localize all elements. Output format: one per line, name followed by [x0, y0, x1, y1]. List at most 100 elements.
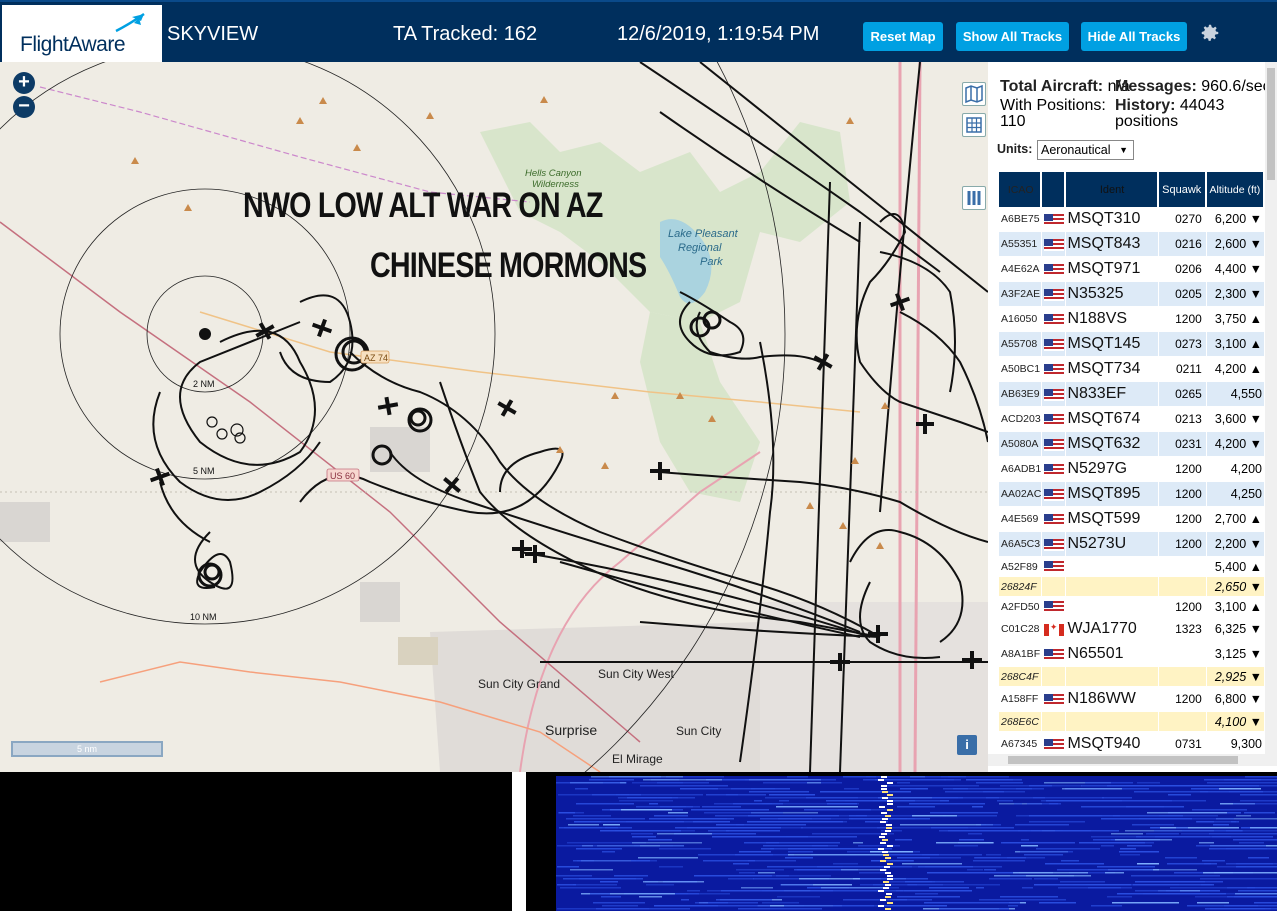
- table-row[interactable]: 268E6C 4,100 ▼: [999, 712, 1265, 732]
- cell-altitude: 3,750 ▲: [1206, 307, 1265, 332]
- cell-icao: AB63E9: [999, 382, 1043, 407]
- cell-altitude: 3,100 ▲: [1206, 332, 1265, 357]
- cell-ident: [1066, 712, 1159, 732]
- aircraft-table-container[interactable]: ICAO Ident Squawk Altitude (ft) A6BE75 MS…: [999, 172, 1265, 754]
- info-button[interactable]: i: [957, 735, 977, 755]
- units-select[interactable]: Aeronautical ▼: [1037, 140, 1134, 160]
- cell-squawk: 0265: [1158, 382, 1207, 407]
- us-flag-icon: [1043, 561, 1064, 574]
- svg-text:10 NM: 10 NM: [190, 612, 217, 622]
- cell-squawk: 1200: [1158, 507, 1207, 532]
- flightaware-logo[interactable]: FlightAware: [2, 5, 162, 63]
- panel-horizontal-scrollbar[interactable]: [988, 754, 1277, 766]
- show-all-tracks-button[interactable]: Show All Tracks: [956, 22, 1069, 51]
- gear-icon[interactable]: [1199, 22, 1221, 44]
- col-header-altitude[interactable]: Altitude (ft): [1206, 172, 1265, 207]
- table-row[interactable]: A67345 MSQT940 0731 9,300: [999, 732, 1265, 754]
- panel-vertical-scrollbar[interactable]: [1265, 62, 1277, 754]
- map-layers-button[interactable]: [962, 82, 986, 106]
- map-label-regional: Regional: [678, 242, 722, 254]
- units-select-value: Aeronautical: [1041, 143, 1111, 157]
- us-flag-icon: [1043, 438, 1064, 451]
- table-row[interactable]: A4E569 MSQT599 1200 2,700 ▲: [999, 507, 1265, 532]
- cell-flag: [1042, 667, 1067, 687]
- table-row[interactable]: 268C4F 2,925 ▼: [999, 667, 1265, 687]
- map-canvas[interactable]: Hells Canyon Wilderness Lake Pleasant Re…: [0, 62, 988, 772]
- columns-toggle-button[interactable]: [962, 186, 986, 210]
- table-row[interactable]: A55708 MSQT145 0273 3,100 ▲: [999, 332, 1265, 357]
- cell-altitude: 9,300: [1206, 732, 1265, 754]
- cell-ident: MSQT895: [1066, 482, 1159, 507]
- cell-altitude: 2,650 ▼: [1206, 577, 1265, 597]
- cell-flag: [1042, 407, 1067, 432]
- zoom-out-button[interactable]: −: [13, 96, 35, 118]
- cell-squawk: [1158, 642, 1207, 667]
- table-row[interactable]: C01C28 WJA177013236,325 ▼: [999, 617, 1265, 642]
- grid-icon: [966, 117, 982, 133]
- urban-block: [0, 502, 50, 542]
- table-row[interactable]: A5080A MSQT632 0231 4,200 ▼: [999, 432, 1265, 457]
- cell-altitude: 4,200 ▼: [1206, 432, 1265, 457]
- overlay-caption-line2: CHINESE MORMONS: [370, 246, 647, 285]
- units-label: Units:: [997, 142, 1033, 156]
- scrollbar-thumb[interactable]: [1008, 756, 1238, 764]
- col-header-flag[interactable]: [1042, 172, 1067, 207]
- col-header-ident[interactable]: Ident: [1066, 172, 1159, 207]
- svg-text:Lake Pleasant: Lake Pleasant: [668, 228, 739, 240]
- svg-text:Park: Park: [700, 256, 723, 268]
- cell-squawk: 1200: [1158, 457, 1207, 482]
- table-row[interactable]: A158FF N186WW 1200 6,800 ▼: [999, 687, 1265, 712]
- table-row[interactable]: A4E62A MSQT971 0206 4,400 ▼: [999, 257, 1265, 282]
- table-row[interactable]: A16050 N188VS 1200 3,750 ▲: [999, 307, 1265, 332]
- app-name: SKYVIEW: [167, 23, 259, 45]
- svg-text:Regional: Regional: [678, 242, 722, 254]
- table-row[interactable]: ACD203 MSQT674 0213 3,600 ▼: [999, 407, 1265, 432]
- cell-icao: A50BC1: [999, 357, 1043, 382]
- svg-text:Sun City Grand: Sun City Grand: [478, 677, 560, 691]
- range-label-2nm: 2 NM: [193, 379, 215, 389]
- cell-ident: MSQT310: [1066, 207, 1159, 232]
- table-row[interactable]: A55351 MSQT843 0216 2,600 ▼: [999, 232, 1265, 257]
- cell-flag: [1042, 732, 1067, 754]
- table-row[interactable]: A52F89 5,400 ▲: [999, 557, 1265, 577]
- cell-squawk: 1200: [1158, 307, 1207, 332]
- cell-ident: [1066, 557, 1159, 577]
- cell-flag: [1042, 332, 1067, 357]
- grid-toggle-button[interactable]: [962, 113, 986, 137]
- cell-altitude: 4,200: [1206, 457, 1265, 482]
- col-header-squawk[interactable]: Squawk: [1158, 172, 1207, 207]
- cell-ident: [1066, 597, 1159, 617]
- table-row[interactable]: A8A1BF N65501 3,125 ▼: [999, 642, 1265, 667]
- cell-flag: [1042, 357, 1067, 382]
- table-row[interactable]: A50BC1 MSQT734 0211 4,200 ▲: [999, 357, 1265, 382]
- map-view[interactable]: Hells Canyon Wilderness Lake Pleasant Re…: [0, 62, 988, 772]
- table-row[interactable]: AB63E9 N833EF 0265 4,550: [999, 382, 1265, 407]
- reset-map-button[interactable]: Reset Map: [863, 22, 943, 51]
- cell-ident: N833EF: [1066, 382, 1159, 407]
- table-row[interactable]: 26824F 2,650 ▼: [999, 577, 1265, 597]
- cell-icao: A6BE75: [999, 207, 1043, 232]
- table-row[interactable]: A3F2AE N35325 0205 2,300 ▼: [999, 282, 1265, 307]
- map-label-park: Park: [700, 256, 723, 268]
- cell-flag: [1042, 282, 1067, 307]
- cell-ident: MSQT599: [1066, 507, 1159, 532]
- scrollbar-thumb[interactable]: [1267, 68, 1275, 180]
- col-header-icao[interactable]: ICAO: [999, 172, 1043, 207]
- svg-text:Hells Canyon: Hells Canyon: [525, 168, 582, 179]
- cell-icao: A4E62A: [999, 257, 1043, 282]
- table-row[interactable]: A6ADB1 N5297G 1200 4,200: [999, 457, 1265, 482]
- cell-flag: [1042, 597, 1067, 617]
- table-row[interactable]: AA02AC MSQT895 1200 4,250: [999, 482, 1265, 507]
- hide-all-tracks-button[interactable]: Hide All Tracks: [1081, 22, 1187, 51]
- cell-altitude: 2,200 ▼: [1206, 532, 1265, 557]
- table-row[interactable]: A2FD50 1200 3,100 ▲: [999, 597, 1265, 617]
- cell-flag: [1042, 432, 1067, 457]
- cell-icao: A2FD50: [999, 597, 1043, 617]
- cell-altitude: 2,925 ▼: [1206, 667, 1265, 687]
- table-row[interactable]: A6BE75 MSQT310 0270 6,200 ▼: [999, 207, 1265, 232]
- zoom-in-button[interactable]: +: [13, 72, 35, 94]
- table-row[interactable]: A6A5C3 N5273U 1200 2,200 ▼: [999, 532, 1265, 557]
- cell-squawk: 0216: [1158, 232, 1207, 257]
- total-aircraft-stat: Total Aircraft: n/a: [1000, 78, 1130, 96]
- range-label-5nm: 5 NM: [193, 466, 215, 476]
